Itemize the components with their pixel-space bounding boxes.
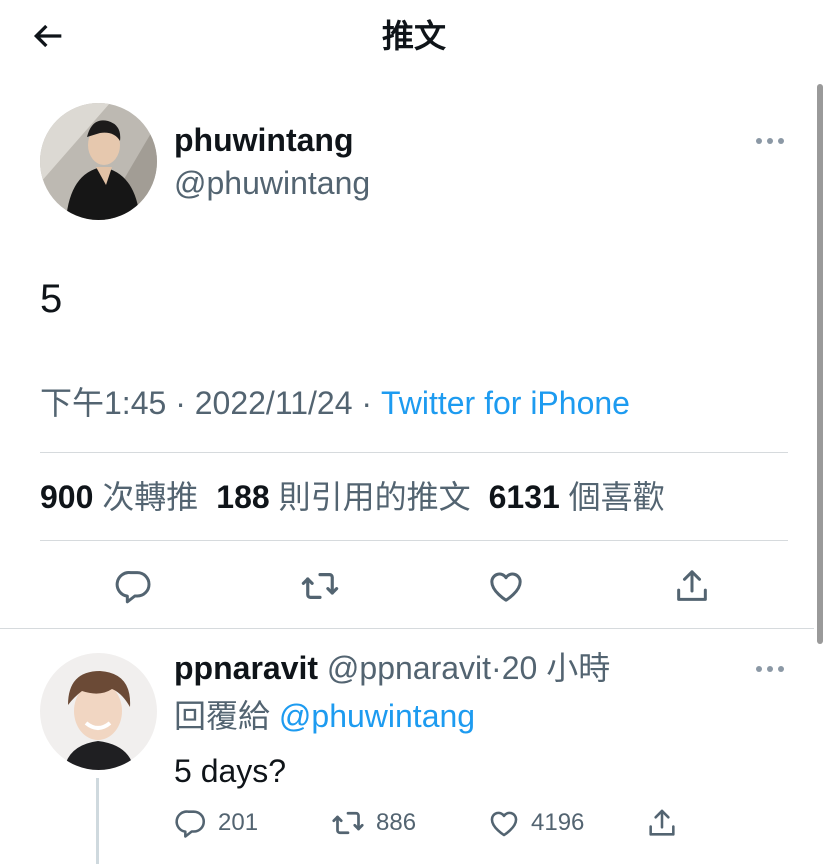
more-horizontal-icon — [755, 136, 785, 146]
more-horizontal-icon — [755, 664, 785, 674]
retweet-icon — [299, 565, 341, 607]
divider — [40, 452, 788, 453]
reply-icon — [114, 566, 154, 606]
like-count: 4196 — [531, 809, 585, 836]
reply-header: ppnaravit @ppnaravit·20 小時 — [174, 650, 611, 686]
share-icon — [672, 566, 712, 606]
tweet-stats: 900 次轉推 188 則引用的推文 6131 個喜歡 — [40, 477, 665, 517]
quotes-stat[interactable]: 188 則引用的推文 — [216, 479, 470, 515]
heart-icon — [487, 806, 521, 840]
retweet-icon — [330, 805, 366, 841]
likes-stat[interactable]: 6131 個喜歡 — [489, 479, 665, 515]
reply-handle[interactable]: @ppnaravit — [327, 650, 491, 686]
reply-text: 5 days? — [174, 753, 287, 789]
reply-icon — [174, 806, 208, 840]
reply-like-button[interactable]: 4196 — [487, 803, 584, 843]
reply-display-name[interactable]: ppnaravit — [174, 650, 318, 686]
divider — [0, 628, 814, 629]
tweet-source-link[interactable]: Twitter for iPhone — [381, 385, 630, 421]
reply-share-button[interactable] — [645, 803, 679, 843]
page-title: 推文 — [381, 18, 446, 54]
tweet-time[interactable]: 下午1:45 — [40, 385, 166, 421]
avatar[interactable] — [40, 103, 157, 220]
like-button[interactable] — [478, 558, 534, 614]
reply-reply-button[interactable]: 201 — [174, 803, 258, 843]
share-button[interactable] — [664, 558, 720, 614]
tweet-meta: 下午1:45 · 2022/11/24 · Twitter for iPhone — [40, 385, 630, 421]
more-options-button[interactable] — [752, 128, 788, 154]
reply-time[interactable]: 20 小時 — [502, 650, 611, 686]
retweet-button[interactable] — [292, 558, 348, 614]
retweets-stat[interactable]: 900 次轉推 — [40, 479, 198, 515]
display-name[interactable]: phuwintang — [174, 120, 354, 160]
tweet-text: 5 — [40, 277, 63, 321]
scrollbar[interactable] — [817, 84, 823, 644]
retweet-count: 886 — [376, 809, 417, 836]
reply-button[interactable] — [106, 558, 162, 614]
reply-count: 201 — [218, 809, 259, 836]
share-icon — [645, 806, 679, 840]
thread-line — [96, 778, 99, 864]
mention-link[interactable]: @phuwintang — [279, 698, 475, 734]
replying-to: 回覆給 @phuwintang — [174, 698, 476, 734]
reply-more-options-button[interactable] — [752, 656, 788, 682]
divider — [40, 540, 788, 541]
tweet-date[interactable]: 2022/11/24 — [195, 385, 353, 421]
user-handle[interactable]: @phuwintang — [174, 163, 370, 203]
reply-retweet-button[interactable]: 886 — [330, 803, 416, 843]
reply-avatar[interactable] — [40, 653, 157, 770]
heart-icon — [486, 566, 526, 606]
